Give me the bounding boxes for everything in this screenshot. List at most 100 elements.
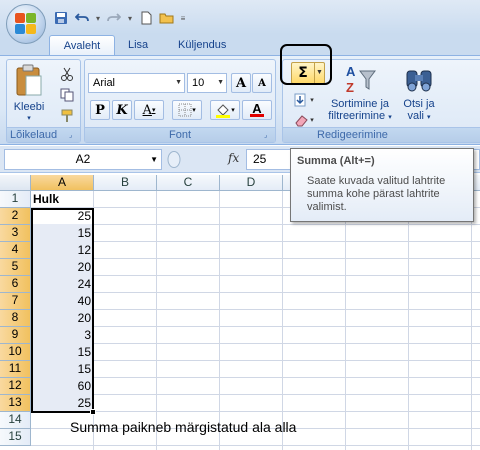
font-size-dropdown-icon: ▼ xyxy=(217,79,224,86)
cell-a13[interactable]: 25 xyxy=(31,395,94,412)
cell-a11[interactable]: 15 xyxy=(31,361,94,378)
fill-down-icon xyxy=(294,93,306,107)
tab-insert[interactable]: Lisa xyxy=(120,35,156,56)
new-document-icon[interactable] xyxy=(137,9,155,27)
select-all-corner[interactable] xyxy=(0,175,31,191)
redo-icon[interactable] xyxy=(105,9,123,27)
office-button[interactable] xyxy=(6,4,46,44)
tab-layout[interactable]: Küljendus xyxy=(170,35,234,56)
borders-dropdown-icon: ▾ xyxy=(192,106,196,114)
cell-a12[interactable]: 60 xyxy=(31,378,94,395)
cell-a5[interactable]: 20 xyxy=(31,259,94,276)
fill-color-icon xyxy=(216,104,231,118)
undo-dropdown-icon[interactable]: ▾ xyxy=(94,14,102,23)
shrink-font-button[interactable]: A xyxy=(252,73,272,93)
sort-filter-button[interactable]: A Z Sortimine ja filtreerimine ▾ xyxy=(323,63,397,124)
font-name-select[interactable]: Arial ▼ xyxy=(88,73,185,93)
font-launcher-icon[interactable]: ⌟ xyxy=(264,131,273,140)
column-header-c[interactable]: C xyxy=(157,175,220,191)
font-color-label: A xyxy=(252,101,262,116)
quick-access-toolbar: ▾ ▾ ≡ xyxy=(52,8,187,28)
find-select-label-1: Otsi ja xyxy=(403,98,435,110)
row-header-6[interactable]: 6 xyxy=(0,276,31,293)
save-icon[interactable] xyxy=(52,9,70,27)
paste-dropdown-icon: ▾ xyxy=(27,115,31,122)
cell-a10[interactable]: 15 xyxy=(31,344,94,361)
row-header-14[interactable]: 14 xyxy=(0,412,31,429)
row-header-1[interactable]: 1 xyxy=(0,191,31,208)
fill-button[interactable]: ▾ xyxy=(291,90,317,110)
row-header-15[interactable]: 15 xyxy=(0,429,31,446)
copy-icon[interactable] xyxy=(57,85,77,105)
format-painter-icon[interactable] xyxy=(57,106,77,126)
ribbon: Kleebi ▾ Lõikelaud ⌟ Arial ▼ 10 ▼ A A P … xyxy=(0,55,480,145)
font-group: Arial ▼ 10 ▼ A A P K A ▾ ▾ ▾ A Font ⌟ xyxy=(84,59,276,143)
row-header-5[interactable]: 5 xyxy=(0,259,31,276)
formula-buttons: fx xyxy=(162,149,246,170)
row-header-3[interactable]: 3 xyxy=(0,225,31,242)
name-box[interactable]: A2 ▼ xyxy=(4,149,162,170)
find-select-dropdown-icon: ▾ xyxy=(427,114,431,121)
tab-home[interactable]: Avaleht xyxy=(49,35,115,56)
column-header-b[interactable]: B xyxy=(94,175,157,191)
font-size-select[interactable]: 10 ▼ xyxy=(187,73,227,93)
sort-filter-label-1: Sortimine ja xyxy=(330,98,390,110)
font-color-button[interactable]: A xyxy=(242,100,272,120)
binoculars-icon xyxy=(406,70,432,92)
cut-icon[interactable] xyxy=(57,64,77,84)
row-header-12[interactable]: 12 xyxy=(0,378,31,395)
clipboard-group: Kleebi ▾ Lõikelaud ⌟ xyxy=(6,59,81,143)
insert-function-icon[interactable]: fx xyxy=(228,151,239,165)
underline-button[interactable]: A ▾ xyxy=(134,100,164,120)
cell-a9[interactable]: 3 xyxy=(31,327,94,344)
sort-filter-label-2: filtreerimine ▾ xyxy=(328,110,392,122)
sort-filter-dropdown-icon: ▾ xyxy=(388,114,392,121)
row-header-8[interactable]: 8 xyxy=(0,310,31,327)
undo-icon[interactable] xyxy=(73,9,91,27)
cell-a7[interactable]: 40 xyxy=(31,293,94,310)
column-header-a[interactable]: A xyxy=(31,175,94,191)
customize-toolbar-icon[interactable]: ≡ xyxy=(179,14,187,23)
sort-filter-icon: A Z xyxy=(346,64,376,95)
bold-button[interactable]: P xyxy=(90,100,110,120)
italic-button[interactable]: K xyxy=(112,100,132,120)
font-name-dropdown-icon: ▼ xyxy=(175,79,182,86)
row-header-2[interactable]: 2 xyxy=(0,208,31,225)
open-folder-icon[interactable] xyxy=(158,9,176,27)
cell-a8[interactable]: 20 xyxy=(31,310,94,327)
font-size-value: 10 xyxy=(192,77,205,89)
cell-a1[interactable]: Hulk xyxy=(31,191,94,208)
fill-color-dropdown-icon: ▾ xyxy=(231,106,235,114)
fill-color-button[interactable]: ▾ xyxy=(210,100,240,120)
name-box-value: A2 xyxy=(75,152,91,166)
font-group-label: Font xyxy=(85,127,275,142)
fill-dropdown-icon: ▾ xyxy=(310,97,314,104)
grow-font-button[interactable]: A xyxy=(231,73,251,93)
row-header-7[interactable]: 7 xyxy=(0,293,31,310)
cell-a3[interactable]: 15 xyxy=(31,225,94,242)
clipboard-launcher-icon[interactable]: ⌟ xyxy=(69,131,78,140)
gridlines xyxy=(31,191,480,450)
borders-button[interactable]: ▾ xyxy=(172,100,202,120)
row-header-13[interactable]: 13 xyxy=(0,395,31,412)
autosum-highlight-outline xyxy=(280,44,332,85)
row-header-10[interactable]: 10 xyxy=(0,344,31,361)
row-header-9[interactable]: 9 xyxy=(0,327,31,344)
find-select-button[interactable]: Otsi ja vali ▾ xyxy=(399,63,439,124)
paste-button[interactable]: Kleebi ▾ xyxy=(9,64,49,125)
resize-handle-icon[interactable] xyxy=(164,149,184,170)
underline-label: A xyxy=(142,102,152,118)
font-color-swatch xyxy=(250,114,264,117)
eraser-icon xyxy=(295,115,308,127)
name-box-dropdown-icon[interactable]: ▼ xyxy=(150,150,158,169)
row-header-4[interactable]: 4 xyxy=(0,242,31,259)
redo-dropdown-icon[interactable]: ▾ xyxy=(126,14,134,23)
column-header-d[interactable]: D xyxy=(220,175,283,191)
cell-a4[interactable]: 12 xyxy=(31,242,94,259)
instruction-note: Summa paikneb märgistatud ala alla xyxy=(70,419,297,435)
row-header-11[interactable]: 11 xyxy=(0,361,31,378)
office-logo-icon xyxy=(15,13,37,35)
cell-a2[interactable]: 25 xyxy=(31,208,94,225)
underline-dropdown-icon: ▾ xyxy=(151,106,156,114)
cell-a6[interactable]: 24 xyxy=(31,276,94,293)
